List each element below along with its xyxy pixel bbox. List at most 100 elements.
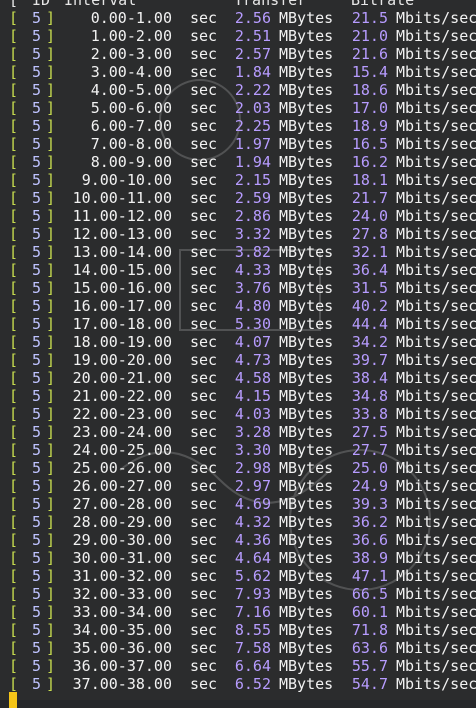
- table-row: [5] 10.00-11.00 sec 2.59 MBytes 21.7 Mbits/sec: [0, 189, 476, 207]
- row-sec-unit: sec: [190, 81, 218, 99]
- row-bitrate-unit: Mbits/sec: [396, 567, 476, 585]
- row-sec-unit: sec: [190, 423, 218, 441]
- row-bitrate: 31.5: [351, 279, 388, 297]
- terminal-cursor: [9, 692, 17, 708]
- row-bracket-close: ]: [46, 513, 56, 531]
- row-bracket-open: [: [9, 423, 19, 441]
- row-transfer: 3.76: [234, 279, 271, 297]
- row-sec-unit: sec: [190, 63, 218, 81]
- row-bitrate: 16.2: [351, 153, 388, 171]
- table-row: [5] 36.00-37.00 sec 6.64 MBytes 55.7 Mbits/sec: [0, 657, 476, 675]
- row-sec-unit: sec: [190, 351, 218, 369]
- row-bitrate: 21.7: [351, 189, 388, 207]
- row-sec-unit: sec: [190, 639, 218, 657]
- row-bracket-open: [: [9, 81, 19, 99]
- terminal-window[interactable]: [ ID Interval Transfer Bitrate [5] 0.00-1…: [0, 0, 476, 708]
- row-interval: 37.00-38.00: [72, 675, 172, 693]
- row-bitrate-unit: Mbits/sec: [396, 387, 476, 405]
- row-interval: 14.00-15.00: [72, 261, 172, 279]
- row-transfer: 7.58: [234, 639, 271, 657]
- row-id: 5: [32, 495, 42, 513]
- row-id: 5: [32, 297, 42, 315]
- row-bracket-open: [: [9, 315, 19, 333]
- row-bitrate: 55.7: [351, 657, 388, 675]
- row-bracket-open: [: [9, 621, 19, 639]
- row-bracket-close: ]: [46, 351, 56, 369]
- row-transfer: 2.22: [234, 81, 271, 99]
- row-bitrate-unit: Mbits/sec: [396, 495, 476, 513]
- row-transfer: 3.82: [234, 243, 271, 261]
- table-row: [5] 5.00-6.00 sec 2.03 MBytes 17.0 Mbits/sec: [0, 99, 476, 117]
- row-bitrate-unit: Mbits/sec: [396, 189, 476, 207]
- row-bitrate-unit: Mbits/sec: [396, 261, 476, 279]
- row-id: 5: [32, 675, 42, 693]
- row-transfer: 6.64: [234, 657, 271, 675]
- row-interval: 4.00-5.00: [90, 81, 172, 99]
- row-id: 5: [32, 81, 42, 99]
- row-id: 5: [32, 441, 42, 459]
- row-bracket-open: [: [9, 153, 19, 171]
- row-transfer: 4.69: [234, 495, 271, 513]
- row-sec-unit: sec: [190, 225, 218, 243]
- row-bitrate: 63.6: [351, 639, 388, 657]
- header-id: ID: [32, 0, 51, 9]
- row-transfer-unit: MBytes: [279, 423, 334, 441]
- table-row: [5] 31.00-32.00 sec 5.62 MBytes 47.1 Mbits/sec: [0, 567, 476, 585]
- row-interval: 22.00-23.00: [72, 405, 172, 423]
- row-bitrate-unit: Mbits/sec: [396, 315, 476, 333]
- row-interval: 33.00-34.00: [72, 603, 172, 621]
- row-bitrate-unit: Mbits/sec: [396, 279, 476, 297]
- row-sec-unit: sec: [190, 603, 218, 621]
- row-sec-unit: sec: [190, 531, 218, 549]
- row-transfer: 4.36: [234, 531, 271, 549]
- row-interval: 0.00-1.00: [90, 9, 172, 27]
- row-interval: 24.00-25.00: [72, 441, 172, 459]
- row-bracket-close: ]: [46, 405, 56, 423]
- row-bitrate: 66.5: [351, 585, 388, 603]
- row-id: 5: [32, 207, 42, 225]
- row-bracket-open: [: [9, 171, 19, 189]
- row-sec-unit: sec: [190, 549, 218, 567]
- row-transfer: 1.94: [234, 153, 271, 171]
- table-row: [5] 16.00-17.00 sec 4.80 MBytes 40.2 Mbits/sec: [0, 297, 476, 315]
- table-row: [5] 26.00-27.00 sec 2.97 MBytes 24.9 Mbits/sec: [0, 477, 476, 495]
- row-bracket-close: ]: [46, 459, 56, 477]
- row-transfer-unit: MBytes: [279, 639, 334, 657]
- row-sec-unit: sec: [190, 333, 218, 351]
- table-row: [5] 17.00-18.00 sec 5.30 MBytes 44.4 Mbits/sec: [0, 315, 476, 333]
- row-sec-unit: sec: [190, 585, 218, 603]
- row-bitrate-unit: Mbits/sec: [396, 135, 476, 153]
- row-transfer-unit: MBytes: [279, 369, 334, 387]
- row-transfer-unit: MBytes: [279, 9, 334, 27]
- row-bitrate-unit: Mbits/sec: [396, 243, 476, 261]
- row-transfer: 5.30: [234, 315, 271, 333]
- row-bitrate: 24.9: [351, 477, 388, 495]
- row-interval: 30.00-31.00: [72, 549, 172, 567]
- row-sec-unit: sec: [190, 27, 218, 45]
- row-bracket-open: [: [9, 369, 19, 387]
- row-id: 5: [32, 603, 42, 621]
- row-bracket-close: ]: [46, 657, 56, 675]
- row-bitrate-unit: Mbits/sec: [396, 27, 476, 45]
- row-bitrate-unit: Mbits/sec: [396, 207, 476, 225]
- row-transfer-unit: MBytes: [279, 441, 334, 459]
- row-sec-unit: sec: [190, 657, 218, 675]
- row-bitrate-unit: Mbits/sec: [396, 657, 476, 675]
- row-transfer: 2.03: [234, 99, 271, 117]
- row-bracket-close: ]: [46, 153, 56, 171]
- row-interval: 32.00-33.00: [72, 585, 172, 603]
- row-interval: 1.00-2.00: [90, 27, 172, 45]
- row-transfer-unit: MBytes: [279, 45, 334, 63]
- row-bracket-open: [: [9, 657, 19, 675]
- row-bracket-open: [: [9, 297, 19, 315]
- header-interval: Interval: [64, 0, 137, 9]
- row-bracket-close: ]: [46, 369, 56, 387]
- table-row: [5] 34.00-35.00 sec 8.55 MBytes 71.8 Mbits/sec: [0, 621, 476, 639]
- row-bracket-close: ]: [46, 423, 56, 441]
- row-bracket-close: ]: [46, 225, 56, 243]
- row-transfer-unit: MBytes: [279, 333, 334, 351]
- row-transfer: 4.07: [234, 333, 271, 351]
- row-interval: 16.00-17.00: [72, 297, 172, 315]
- row-transfer: 7.93: [234, 585, 271, 603]
- row-bracket-close: ]: [46, 207, 56, 225]
